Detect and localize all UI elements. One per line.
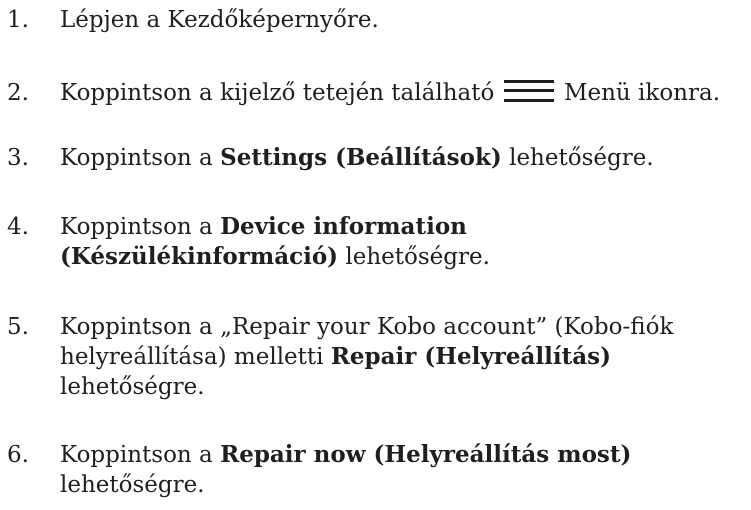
step-number: 6. — [7, 442, 29, 468]
step-text: Koppintson a „Repair your Kobo account” … — [60, 312, 750, 402]
step-emphasis: Repair (Helyreállítás) — [330, 343, 611, 370]
step-emphasis: Device information — [220, 213, 467, 240]
step-text-part: Koppintson a kijelző tetején található — [60, 80, 495, 106]
step-number: 1. — [7, 7, 29, 33]
step-text-part: lehetőségre. — [60, 374, 205, 400]
step-text-part: Menü ikonra. — [563, 80, 721, 106]
step-emphasis: Repair now (Helyreállítás most) — [220, 441, 632, 468]
hamburger-menu-icon — [503, 80, 554, 102]
step-emphasis: (Készülékinformáció) — [60, 243, 339, 270]
instruction-list: 1. Lépjen a Kezdőképernyőre. 2. Koppints… — [0, 0, 751, 510]
step-text-part: lehetőségre. — [60, 472, 205, 498]
step-number: 3. — [7, 145, 29, 171]
step-text: Koppintson a kijelző tetején található M… — [60, 78, 750, 108]
step-emphasis: Settings (Beállítások) — [220, 144, 502, 171]
step-text: Koppintson a Settings (Beállítások) lehe… — [60, 143, 750, 173]
step-text-part: Koppintson a — [60, 214, 221, 240]
step-text-part: lehetőségre. — [501, 145, 654, 171]
step-text: Koppintson a Repair now (Helyreállítás m… — [60, 440, 750, 500]
step-text: Lépjen a Kezdőképernyőre. — [60, 7, 379, 33]
step-text-part: helyreállítása) melletti — [60, 344, 331, 370]
step-text-part: Koppintson a — [60, 145, 221, 171]
step-text-part: lehetőségre. — [338, 244, 490, 270]
step-number: 5. — [7, 314, 29, 340]
step-number: 4. — [7, 214, 29, 240]
step-text-part: Koppintson a „Repair your Kobo account” … — [60, 314, 674, 340]
step-text: Koppintson a Device information (Készülé… — [60, 212, 750, 272]
step-number: 2. — [7, 80, 29, 106]
step-text-part: Koppintson a — [60, 442, 221, 468]
